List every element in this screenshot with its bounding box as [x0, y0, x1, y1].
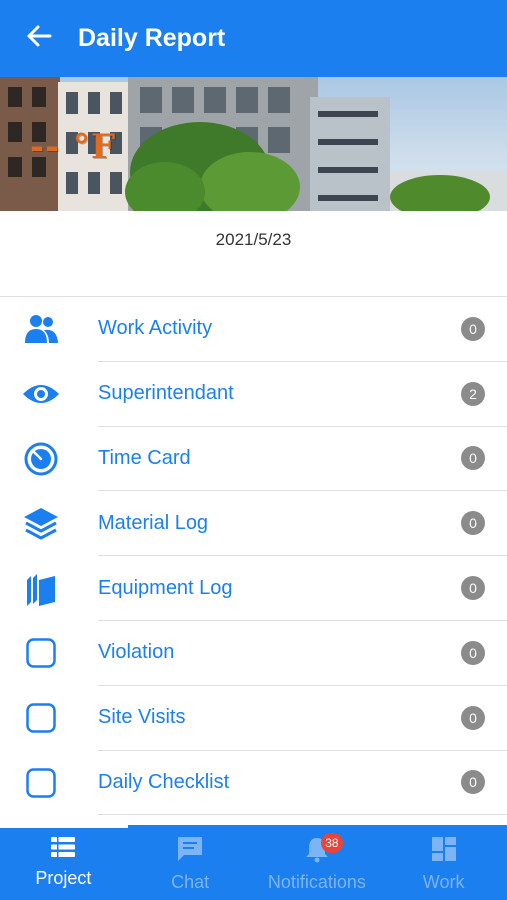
report-sections-list: Work Activity 0 Superintendant 2 Time Ca — [0, 296, 507, 816]
count-badge: 0 — [461, 770, 485, 795]
timer-icon — [0, 427, 82, 492]
list-item-equipment-log[interactable]: Equipment Log 0 — [0, 556, 507, 621]
bottom-tab-bar: Project Chat 38 Notifications Work — [0, 825, 507, 900]
eye-icon — [0, 362, 82, 427]
count-badge: 2 — [461, 381, 485, 406]
item-label: Superintendant — [98, 382, 234, 405]
item-label: Material Log — [98, 511, 209, 534]
checkbox-icon — [0, 621, 82, 686]
list-icon — [50, 835, 76, 864]
item-label: Daily Checklist — [98, 770, 230, 793]
count-badge: 0 — [461, 576, 485, 601]
count-badge: 0 — [461, 446, 485, 471]
list-item-material-log[interactable]: Material Log 0 — [0, 491, 507, 557]
page-title: Daily Report — [78, 24, 226, 52]
boxes-icon — [0, 556, 82, 621]
back-button[interactable] — [0, 0, 78, 77]
tab-project[interactable]: Project — [0, 825, 127, 900]
report-date: 2021/5/23 — [215, 230, 292, 249]
checkbox-icon — [0, 686, 82, 751]
people-icon — [0, 297, 82, 362]
list-item-work-activity[interactable]: Work Activity 0 — [0, 297, 507, 362]
layers-icon — [0, 491, 82, 556]
item-label: Violation — [98, 641, 175, 664]
item-label: Time Card — [98, 446, 191, 469]
arrow-left-icon — [26, 25, 52, 52]
tab-work[interactable]: Work — [380, 825, 507, 900]
notification-count-badge: 38 — [320, 833, 343, 853]
count-badge: 0 — [461, 316, 485, 341]
item-label: Work Activity — [98, 317, 213, 340]
count-badge: 0 — [461, 640, 485, 665]
list-item-violation[interactable]: Violation 0 — [0, 621, 507, 686]
checkbox-icon — [0, 751, 82, 816]
list-item-site-visits[interactable]: Site Visits 0 — [0, 686, 507, 751]
tab-label: Work — [422, 872, 465, 892]
item-label: Site Visits — [98, 706, 186, 729]
tab-notifications[interactable]: 38 Notifications — [254, 825, 381, 900]
weather-banner: -- °F — [0, 77, 507, 211]
tab-label: Notifications — [267, 872, 366, 892]
list-item-time-card[interactable]: Time Card 0 — [0, 427, 507, 492]
list-item-superintendant[interactable]: Superintendant 2 — [0, 362, 507, 427]
chat-icon — [176, 835, 204, 868]
grid-icon — [430, 835, 458, 868]
tab-label: Project — [35, 868, 92, 888]
app-bar: Daily Report — [0, 0, 507, 77]
tab-chat[interactable]: Chat — [127, 825, 254, 900]
list-item-daily-checklist[interactable]: Daily Checklist 0 — [0, 751, 507, 816]
temperature-readout: -- °F — [30, 127, 117, 167]
item-label: Equipment Log — [98, 576, 233, 599]
count-badge: 0 — [461, 511, 485, 536]
count-badge: 0 — [461, 705, 485, 730]
tab-label: Chat — [171, 872, 210, 892]
